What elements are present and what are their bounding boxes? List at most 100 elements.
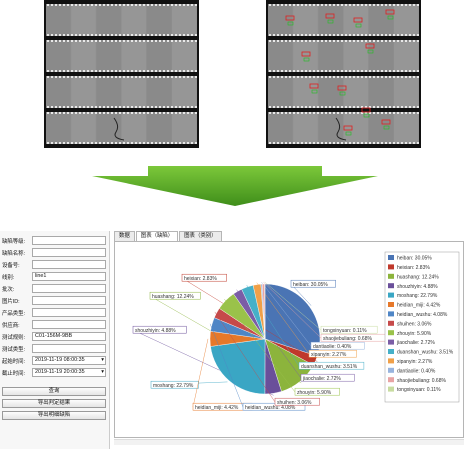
field-label: 测试类型: <box>2 346 26 353</box>
datetime-picker[interactable]: 2019-11-19 08:00:35 ▾ <box>32 356 106 365</box>
form-row: 设备号: <box>2 259 106 270</box>
pie-data-label: moshang: 22.79% <box>153 383 194 389</box>
field-input[interactable] <box>32 320 106 329</box>
form-row: 测试规则: C01-156M-9BB <box>2 331 106 342</box>
field-input[interactable]: C01-156M-9BB <box>32 332 106 341</box>
field-label: 测试规则: <box>2 334 26 341</box>
legend-swatch <box>388 302 394 307</box>
field-input[interactable] <box>32 248 106 257</box>
field-label: 产品类型: <box>2 310 26 317</box>
field-input[interactable] <box>32 236 106 245</box>
pie-slice-moshang <box>210 338 266 395</box>
legend-item: huashang: 12.24% <box>397 274 439 280</box>
down-arrow-icon <box>92 166 378 206</box>
field-label: 批次: <box>2 286 15 293</box>
legend-swatch <box>388 349 394 354</box>
form-row: 批次: <box>2 283 106 294</box>
field-label: 线别: <box>2 274 15 281</box>
field-label: 起始时间: <box>2 358 26 365</box>
field-value: 2019-11-19 08:00:35 <box>35 357 85 363</box>
legend-item: dantiaolie: 0.40% <box>397 368 436 374</box>
field-label: 缺陷名称: <box>2 250 26 257</box>
query-button[interactable]: 查询 <box>2 387 106 396</box>
chart-panel: 数据 图表（缺陷） 图表（类别） heiban: 30.05% heixian: … <box>112 231 466 449</box>
tab-chart-category[interactable]: 图表（类别） <box>179 231 222 241</box>
legend-swatch <box>388 273 394 279</box>
legend-item: xipanyin: 2.27% <box>397 359 433 365</box>
legend-swatch <box>388 264 394 270</box>
legend-swatch <box>388 377 394 383</box>
legend-item: heidian_wushu: 4.08% <box>397 312 448 318</box>
export-judgment-button[interactable]: 导出判定结果 <box>2 399 106 408</box>
legend-item: heiban: 30.05% <box>397 256 432 262</box>
datetime-picker[interactable]: 2019-11-19 20:00:35 ▾ <box>32 368 106 377</box>
legend-swatch <box>388 283 394 289</box>
field-value: line1 <box>35 273 47 279</box>
field-input[interactable] <box>32 308 106 317</box>
form-row: 线别: line1 <box>2 271 106 282</box>
legend-swatch <box>388 292 394 298</box>
field-label: 图片ID: <box>2 298 20 305</box>
legend-swatch <box>388 330 394 336</box>
field-input[interactable] <box>32 296 106 305</box>
chevron-down-icon[interactable]: ▾ <box>101 357 104 364</box>
pie-data-label: tongxinyuan: 0.11% <box>323 328 367 334</box>
legend-swatch <box>388 386 394 392</box>
pie-data-label: huashang: 12.24% <box>152 294 194 300</box>
pie-chart: heiban: 30.05% heixian: 2.83% huashang: 12… <box>114 241 464 438</box>
field-input[interactable] <box>32 284 106 293</box>
field-value: 2019-11-19 20:00:35 <box>35 369 85 375</box>
el-image-original <box>44 0 199 148</box>
legend-item: jiaochalie: 2.72% <box>396 340 435 346</box>
pie-label-line <box>192 338 209 408</box>
legend-item: shouzhiyin: 4.88% <box>397 284 438 290</box>
horizontal-scrollbar[interactable] <box>114 439 464 445</box>
field-input[interactable] <box>32 344 106 353</box>
chevron-down-icon[interactable]: ▾ <box>101 369 104 376</box>
form-row: 供应商: <box>2 319 106 330</box>
el-image-annotated <box>266 0 421 148</box>
pie-data-label: xipanyin: 2.27% <box>311 352 347 358</box>
pie-data-label: dantiaolie: 0.40% <box>313 344 352 350</box>
pie-data-label: heiban: 30.05% <box>293 282 328 288</box>
legend-item: shuihen: 3.06% <box>397 321 432 327</box>
form-row: 图片ID: <box>2 295 106 306</box>
form-row: 产品类型: <box>2 307 106 318</box>
legend-swatch <box>388 358 394 364</box>
field-label: 缺陷等级: <box>2 238 26 245</box>
pie-data-label: shuihen: 3.06% <box>277 400 312 406</box>
legend-swatch <box>388 367 394 373</box>
legend-item: duanshan_wushu: 3.51% <box>397 350 454 356</box>
field-value: C01-156M-9BB <box>35 333 73 339</box>
pie-data-label: shaojiebuliang: 0.68% <box>323 336 372 342</box>
form-row: 缺陷名称: <box>2 247 106 258</box>
pie-data-label: heidian_miji: 4.42% <box>195 405 239 411</box>
field-input[interactable] <box>32 260 106 269</box>
pie-data-label: duanshan_wushu: 3.51% <box>301 364 358 370</box>
legend-item: shaojiebuliang: 0.68% <box>397 378 446 384</box>
legend-swatch <box>388 255 394 260</box>
legend-item: heixian: 2.83% <box>397 265 430 271</box>
form-row: 起始时间: 2019-11-19 08:00:35 ▾ <box>2 355 106 366</box>
pie-data-label: jiaochalie: 2.72% <box>302 376 341 382</box>
export-detail-defects-button[interactable]: 导出明细缺陷 <box>2 411 106 420</box>
pie-data-label: heixian: 2.83% <box>184 276 217 282</box>
legend-swatch <box>388 339 394 345</box>
legend-item: tongxinyuan: 0.11% <box>397 387 441 393</box>
filter-form: 缺陷等级: 缺陷名称: 设备号: 线别: line1 批次: 图片ID: 产品类型: 供应商: 测… <box>0 231 110 449</box>
field-label: 供应商: <box>2 322 20 329</box>
form-row: 截止时间: 2019-11-19 20:00:35 ▾ <box>2 367 106 378</box>
legend-swatch <box>388 311 394 317</box>
field-label: 设备号: <box>2 262 20 269</box>
form-row: 缺陷等级: <box>2 235 106 246</box>
legend-swatch <box>388 320 394 326</box>
pie-data-label: shouzhiyin: 4.88% <box>135 328 176 334</box>
tab-data[interactable]: 数据 <box>114 231 135 241</box>
tab-bar: 数据 图表（缺陷） 图表（类别） <box>114 231 223 242</box>
legend-item: heidian_miji: 4.42% <box>397 303 441 309</box>
form-row: 测试类型: <box>2 343 106 354</box>
field-label: 截止时间: <box>2 370 26 377</box>
legend-item: zhouyin: 5.90% <box>397 331 432 337</box>
field-input[interactable]: line1 <box>32 272 106 281</box>
pie-data-label: zhouyin: 5.90% <box>297 390 332 396</box>
